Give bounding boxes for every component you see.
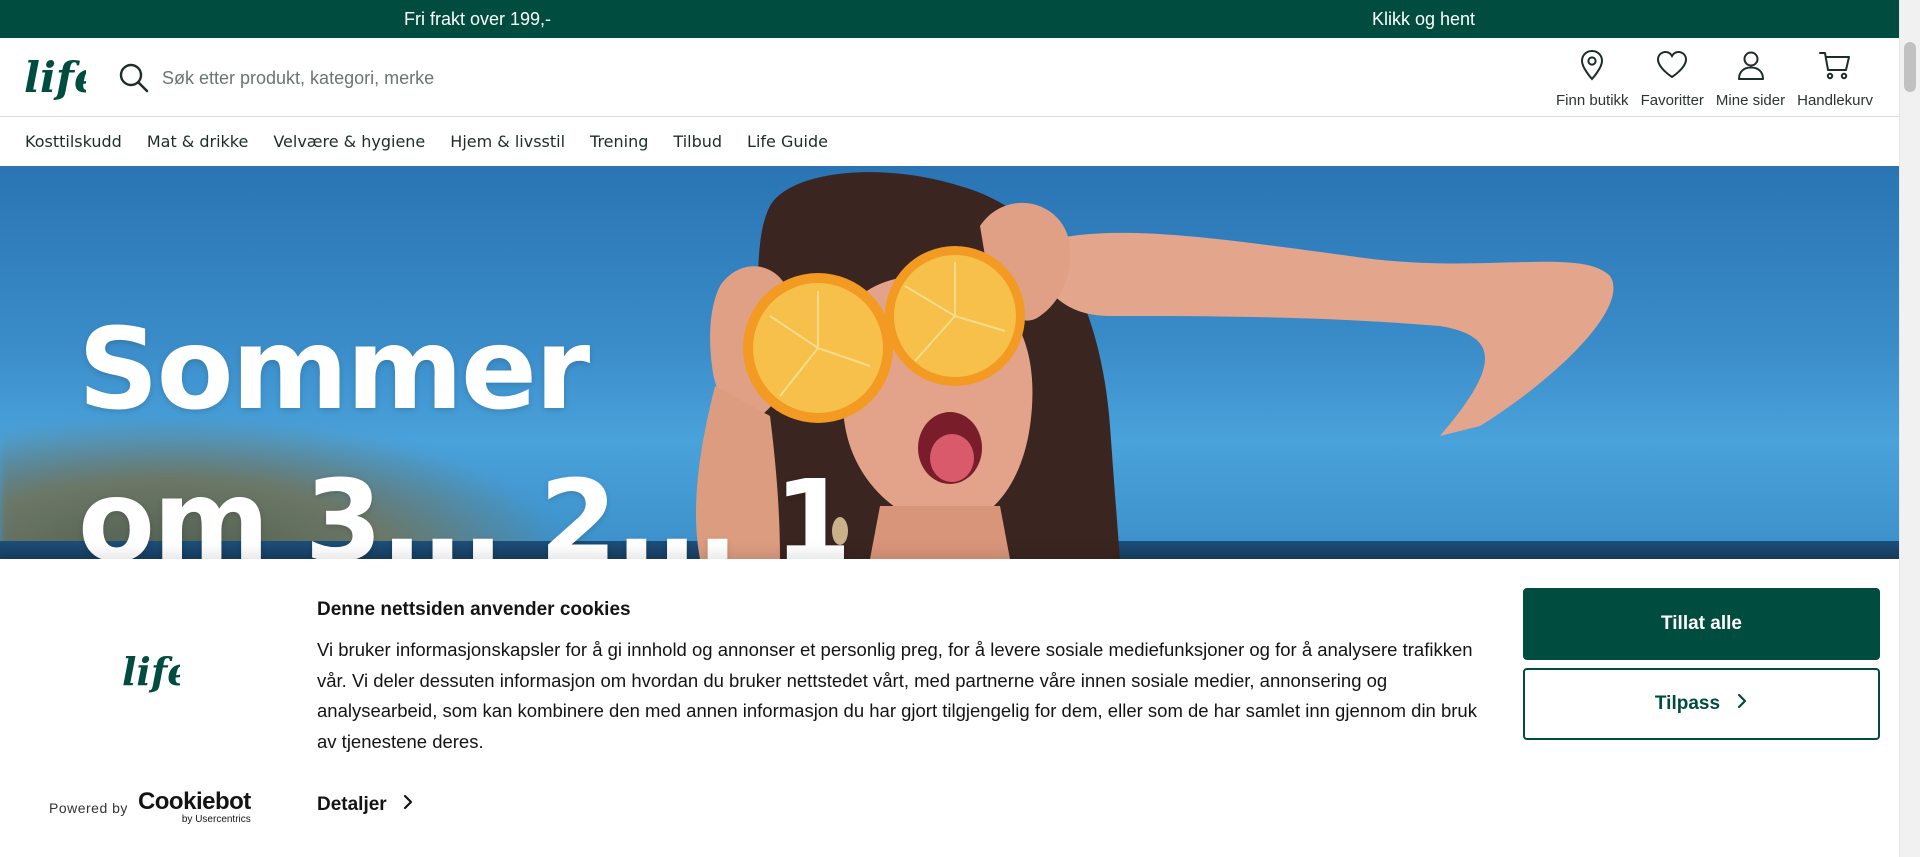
nav-item-kosttilskudd[interactable]: Kosttilskudd <box>25 132 122 151</box>
life-logo-mark: life <box>24 53 101 102</box>
cookie-consent-banner: life Powered by Cookiebot by Usercentric… <box>0 559 1899 857</box>
cart-button[interactable]: Handlekurv <box>1791 48 1879 109</box>
nav-item-velvaere-hygiene[interactable]: Velvære & hygiene <box>273 132 425 151</box>
cookiebot-logo: Cookiebot by Usercentrics <box>138 790 251 825</box>
category-nav: Kosttilskudd Mat & drikke Velvære & hygi… <box>0 117 1899 166</box>
cookie-details-label: Detaljer <box>317 794 387 815</box>
search-bar <box>118 60 818 96</box>
search-input[interactable] <box>162 62 802 94</box>
promo-free-shipping[interactable]: Fri frakt over 199,- <box>404 0 551 38</box>
cookie-text-block: Denne nettsiden anvender cookies Vi bruk… <box>317 599 1477 757</box>
chevron-right-icon <box>1736 693 1748 715</box>
user-icon <box>1734 48 1768 87</box>
nav-item-mat-drikke[interactable]: Mat & drikke <box>147 132 249 151</box>
find-store-label: Finn butikk <box>1556 92 1629 109</box>
customize-button[interactable]: Tilpass <box>1523 668 1880 740</box>
favorites-button[interactable]: Favoritter <box>1635 48 1710 109</box>
cookiebot-name: Cookiebot <box>137 788 251 815</box>
cookie-details-link[interactable]: Detaljer <box>317 794 415 816</box>
scrollbar-thumb[interactable] <box>1904 42 1916 92</box>
cookie-title: Denne nettsiden anvender cookies <box>317 599 631 620</box>
hero-banner[interactable]: Sommer om 3... 2... 1 <box>0 166 1899 559</box>
promo-click-and-collect[interactable]: Klikk og hent <box>1372 0 1475 38</box>
promo-bar: Fri frakt over 199,- Klikk og hent <box>0 0 1899 38</box>
hero-headline-line2: om 3... 2... 1 <box>78 457 852 559</box>
my-pages-button[interactable]: Mine sider <box>1710 48 1791 109</box>
find-store-button[interactable]: Finn butikk <box>1550 48 1635 109</box>
favorites-label: Favoritter <box>1640 92 1704 109</box>
heart-icon <box>1655 48 1689 87</box>
map-pin-icon <box>1575 48 1609 87</box>
cart-icon <box>1818 48 1852 87</box>
search-icon[interactable] <box>118 62 150 94</box>
powered-by-label: Powered by <box>49 799 128 816</box>
nav-item-tilbud[interactable]: Tilbud <box>673 132 722 151</box>
hero-headline: Sommer om 3... 2... 1 <box>78 305 852 559</box>
nav-item-hjem-livsstil[interactable]: Hjem & livsstil <box>450 132 565 151</box>
customize-label: Tilpass <box>1654 693 1721 714</box>
allow-all-button[interactable]: Tillat alle <box>1523 588 1880 660</box>
powered-by-cookiebot[interactable]: Powered by Cookiebot by Usercentrics <box>49 790 251 825</box>
nav-item-trening[interactable]: Trening <box>590 132 648 151</box>
hero-headline-line1: Sommer <box>78 305 590 435</box>
cookiebot-sub: by Usercentrics <box>181 814 251 825</box>
cart-label: Handlekurv <box>1797 92 1873 109</box>
cookie-banner-logo: life <box>122 643 191 697</box>
svg-text:life: life <box>24 53 86 102</box>
chevron-right-icon <box>401 794 415 816</box>
header-actions: Finn butikk Favoritter Mine sider Handle… <box>1550 48 1879 109</box>
page-scrollbar[interactable] <box>1899 0 1920 857</box>
life-logo[interactable]: life <box>24 48 101 104</box>
site-header: life Finn butikk Favoritter <box>0 38 1899 117</box>
svg-text:life: life <box>122 649 180 694</box>
cookie-body: Vi bruker informasjonskapsler for å gi i… <box>317 639 1477 752</box>
my-pages-label: Mine sider <box>1715 92 1786 109</box>
nav-item-life-guide[interactable]: Life Guide <box>747 132 828 151</box>
